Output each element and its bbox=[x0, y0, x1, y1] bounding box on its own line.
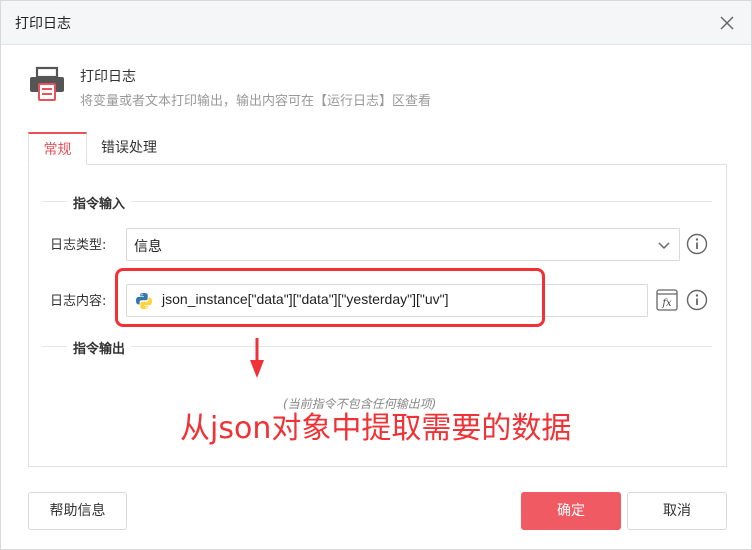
tab-error-handling[interactable]: 错误处理 bbox=[87, 132, 171, 165]
help-button[interactable]: 帮助信息 bbox=[28, 492, 127, 530]
dialog-titlebar: 打印日志 bbox=[1, 1, 751, 45]
log-type-value: 信息 bbox=[134, 239, 162, 255]
close-icon[interactable] bbox=[717, 13, 737, 33]
arrow-down-icon bbox=[250, 338, 264, 378]
input-section-title: 指令输入 bbox=[67, 193, 132, 212]
log-type-info-icon[interactable] bbox=[686, 233, 708, 255]
dialog-title: 打印日志 bbox=[15, 16, 71, 32]
annotation-text: 从json对象中提取需要的数据 bbox=[180, 411, 572, 446]
svg-text:fx: fx bbox=[661, 298, 672, 309]
output-section-title: 指令输出 bbox=[67, 338, 132, 357]
highlight-box bbox=[115, 268, 545, 327]
command-description: 将变量或者文本打印输出，输出内容可在【运行日志】区查看 bbox=[80, 94, 432, 109]
log-content-info-icon[interactable] bbox=[686, 289, 708, 311]
cancel-button[interactable]: 取消 bbox=[627, 492, 727, 530]
tab-general[interactable]: 常规 bbox=[28, 132, 87, 165]
expression-editor-icon[interactable]: fx bbox=[656, 289, 678, 311]
print-log-dialog: 打印日志 打印日志 将变量或者文本打印输出，输出内容可在【运行日志】区查看 常规… bbox=[0, 0, 752, 550]
command-title: 打印日志 bbox=[80, 69, 136, 85]
log-type-label: 日志类型: bbox=[50, 238, 107, 253]
section-divider bbox=[42, 201, 712, 202]
printer-icon bbox=[30, 66, 64, 101]
log-type-select[interactable]: 信息 bbox=[126, 228, 680, 261]
ok-button[interactable]: 确定 bbox=[521, 492, 621, 530]
log-content-label: 日志内容: bbox=[50, 294, 107, 309]
section-divider bbox=[42, 346, 712, 347]
chevron-down-icon bbox=[658, 242, 670, 250]
